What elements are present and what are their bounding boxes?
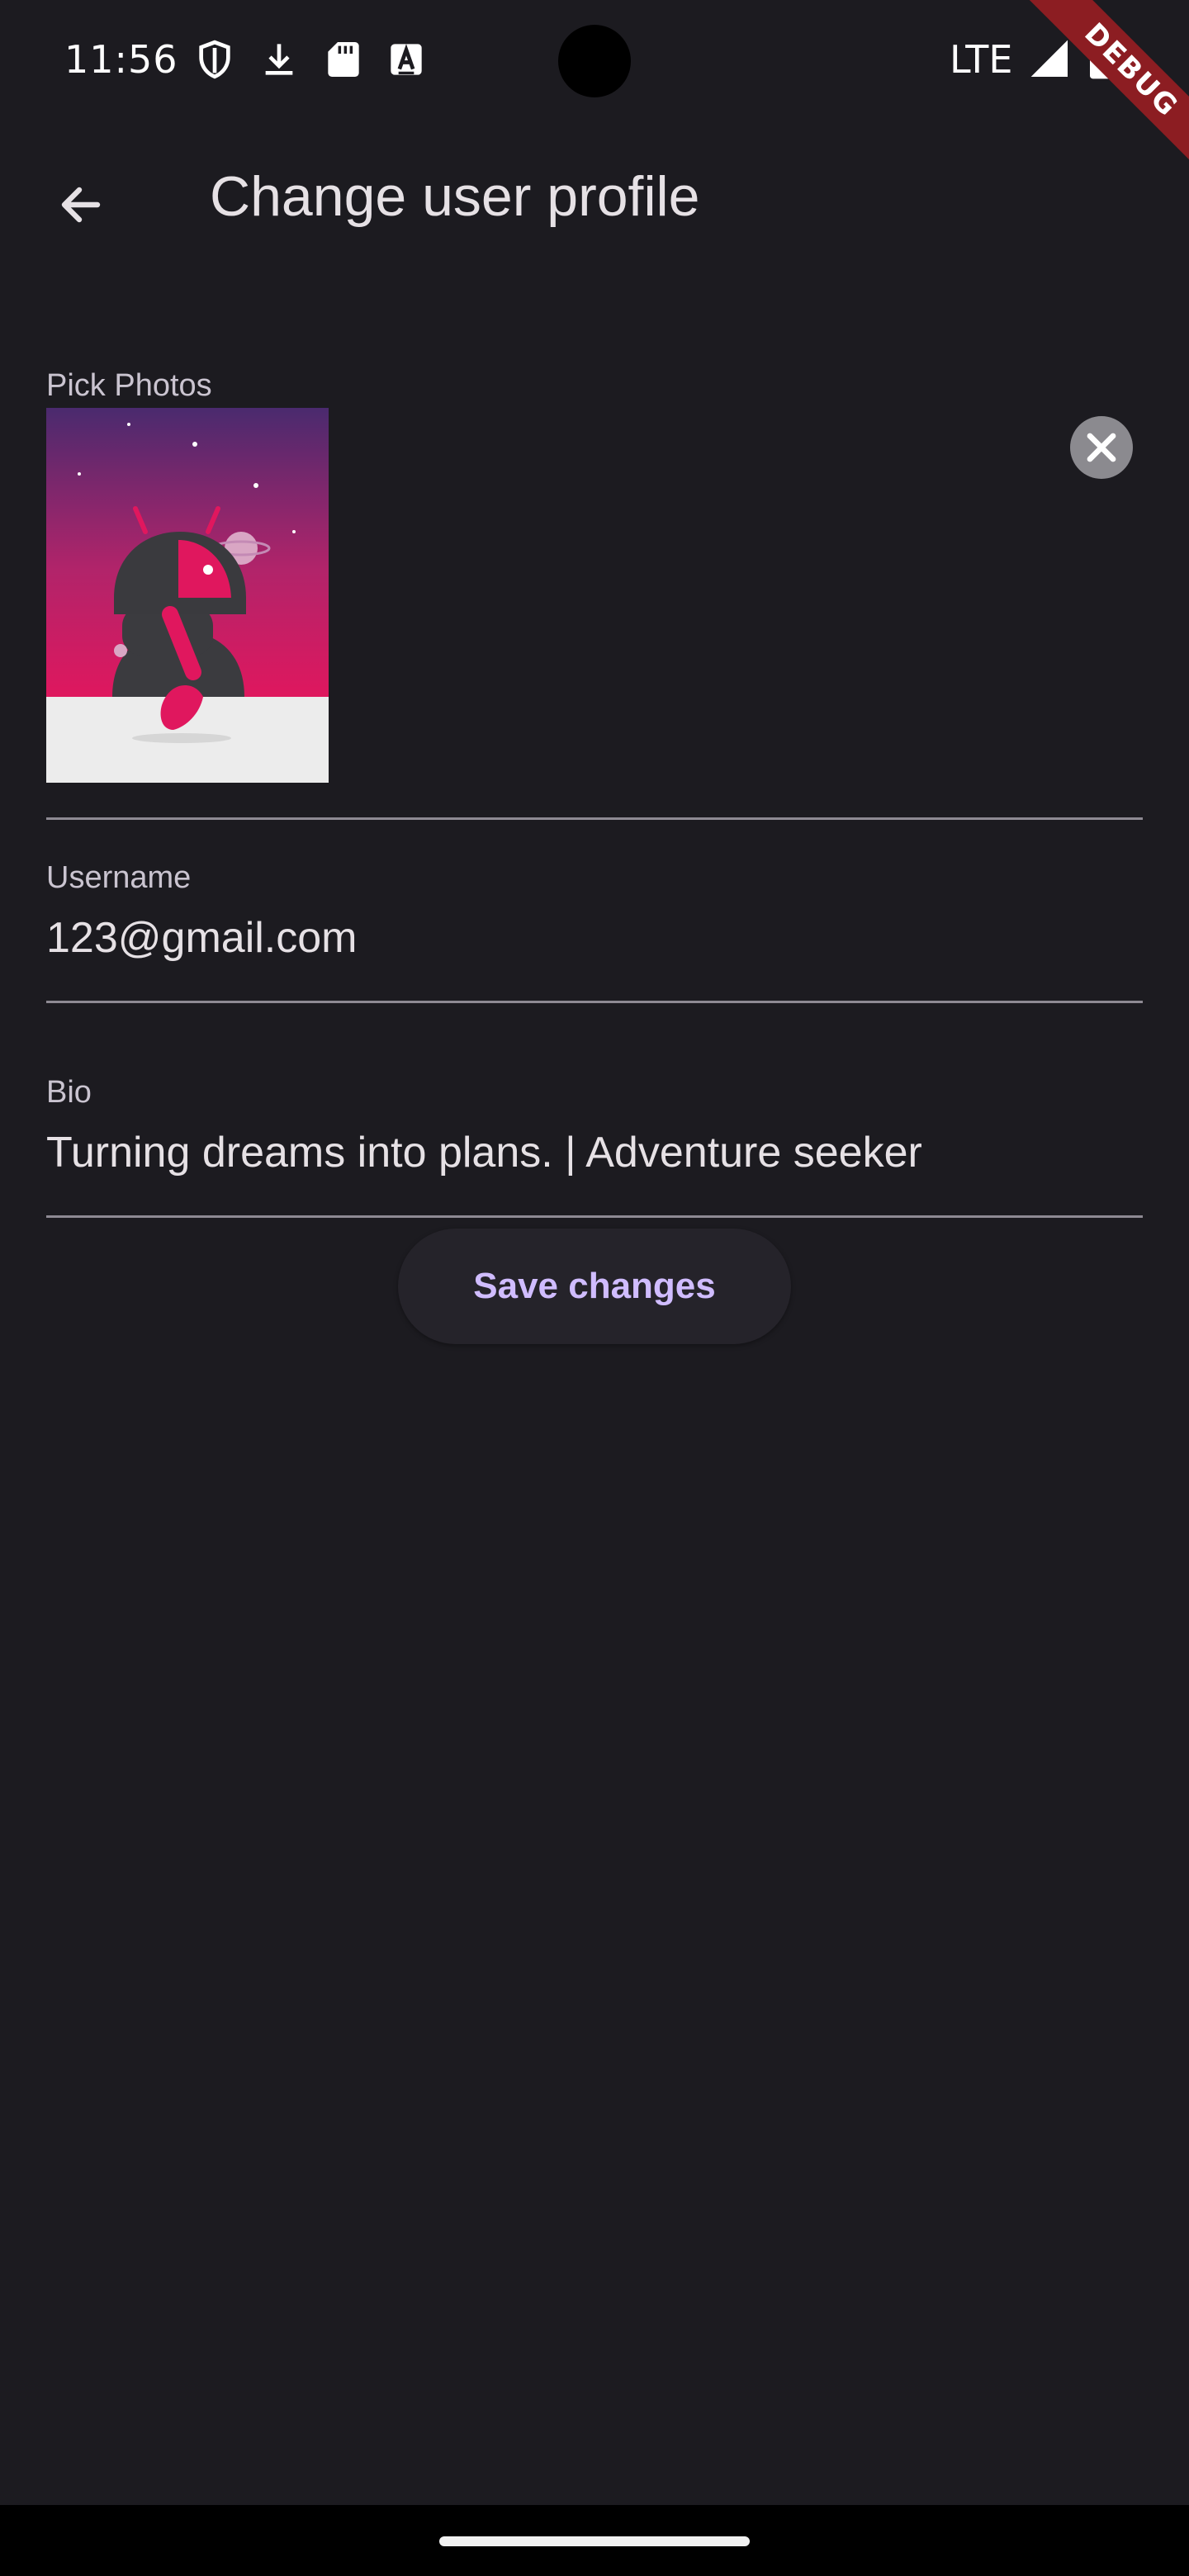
status-time: 11:56	[64, 37, 178, 82]
pick-photos-label: Pick Photos	[46, 368, 212, 403]
photos-divider	[46, 817, 1143, 820]
bio-underline	[46, 1215, 1143, 1218]
arrow-back-icon	[61, 187, 101, 223]
bio-input[interactable]: Turning dreams into plans. | Adventure s…	[46, 1123, 1143, 1182]
close-icon	[1087, 433, 1116, 462]
navigation-bar	[0, 2505, 1189, 2576]
remove-photo-button[interactable]	[1070, 416, 1133, 479]
download-icon	[256, 36, 302, 83]
shield-icon	[192, 36, 238, 83]
signal-icon	[1027, 36, 1073, 83]
save-changes-button[interactable]: Save changes	[398, 1229, 791, 1344]
android-wallpaper-image	[46, 408, 329, 783]
sd-card-icon	[320, 36, 367, 83]
camera-cutout	[558, 25, 631, 97]
app-bar: Change user profile	[0, 124, 1189, 272]
username-label: Username	[46, 860, 192, 895]
bio-label: Bio	[46, 1075, 92, 1110]
back-button[interactable]	[45, 168, 117, 241]
username-input[interactable]: 123@gmail.com	[46, 908, 1143, 968]
keyboard-a-icon	[383, 36, 429, 83]
network-type: LTE	[950, 37, 1013, 82]
page-title: Change user profile	[210, 165, 700, 228]
home-indicator[interactable]	[439, 2536, 750, 2546]
profile-photo-thumbnail[interactable]	[46, 408, 329, 783]
username-underline	[46, 1001, 1143, 1003]
status-bar: 11:56 LTE	[0, 0, 1189, 116]
